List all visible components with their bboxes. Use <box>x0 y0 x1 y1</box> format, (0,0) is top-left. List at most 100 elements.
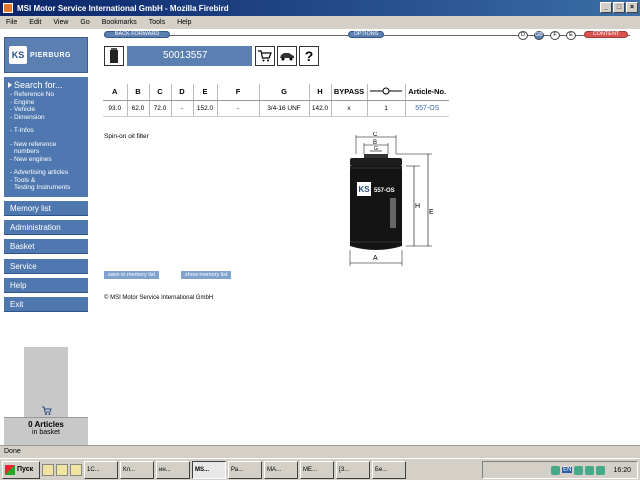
t-infos-link[interactable]: - T-Infos <box>8 127 84 135</box>
taskbar-item[interactable]: Кл... <box>120 460 154 479</box>
filter-product-label: 557-OS <box>374 188 395 194</box>
tools-link[interactable]: - Tools & <box>8 177 84 185</box>
start-button[interactable]: Пуск <box>2 460 40 479</box>
search-dimension[interactable]: - Dimension <box>8 114 84 122</box>
taskbar-item[interactable]: МА... <box>264 460 298 479</box>
svg-text:KS: KS <box>359 185 371 194</box>
nav-service[interactable]: Service <box>4 259 88 274</box>
help-question-button[interactable]: ? <box>299 46 319 66</box>
col-header: F <box>216 84 259 101</box>
menu-view[interactable]: View <box>53 19 68 26</box>
cell-a: 93.0 <box>103 100 127 117</box>
cell-valve: 1 <box>366 100 405 117</box>
col-header: G <box>258 84 309 101</box>
taskbar-item[interactable]: 1C... <box>84 460 118 479</box>
search-panel: Search for... - Reference No - Engine - … <box>4 77 88 197</box>
new-engines-link[interactable]: - New engines <box>8 156 84 164</box>
save-in-memory-list-button[interactable]: save in memory list <box>104 271 160 279</box>
maximize-button[interactable]: □ <box>613 2 625 13</box>
tray-icon[interactable] <box>551 465 561 475</box>
copyright: © MSI Motor Service International GmbH <box>104 295 214 301</box>
taskbar-item[interactable]: МЕ... <box>300 460 334 479</box>
col-header: C <box>148 84 171 101</box>
quicklaunch-icon[interactable] <box>42 463 54 476</box>
logo-text: PIERBURG <box>30 51 71 59</box>
taskbar-item[interactable]: ин... <box>156 460 190 479</box>
cell-h: 142.0 <box>308 100 331 117</box>
search-reference-no[interactable]: - Reference No <box>8 91 84 99</box>
close-button[interactable]: × <box>626 2 638 13</box>
bypass-valve-header <box>366 84 405 101</box>
dim-label-e: E <box>429 209 434 216</box>
new-reference-numbers-link-2[interactable]: numbers <box>8 148 84 156</box>
search-title[interactable]: Search for... <box>8 80 84 90</box>
advertising-articles-link[interactable]: - Advertising articles <box>8 169 84 177</box>
spec-table: A B C D E F G H BYPASS Article-No. 93.0 … <box>103 84 449 117</box>
browser-content: KS PIERBURG Search for... - Reference No… <box>0 29 640 445</box>
question-icon: ? <box>304 48 314 64</box>
minimize-button[interactable]: _ <box>600 2 612 13</box>
menu-tools[interactable]: Tools <box>149 19 165 26</box>
menu-bookmarks[interactable]: Bookmarks <box>102 19 137 26</box>
nav-memory-list[interactable]: Memory list <box>4 201 88 216</box>
taskbar-item-active[interactable]: MS... <box>192 460 226 479</box>
col-header: A <box>103 84 127 101</box>
col-header: D <box>170 84 193 101</box>
options-button[interactable]: OPTIONS <box>348 31 384 38</box>
vehicle-search-button[interactable] <box>277 46 297 66</box>
nav-help[interactable]: Help <box>4 278 88 293</box>
clock: 16:20 <box>613 466 631 474</box>
add-to-basket-button[interactable] <box>255 46 275 66</box>
logo[interactable]: KS PIERBURG <box>4 37 88 73</box>
basket-summary[interactable]: 0 Articles in basket <box>4 406 88 445</box>
taskbar-item[interactable]: Бе... <box>372 460 406 479</box>
table-row: 93.0 62.0 72.0 - 152.0 - 3/4-16 UNF 142.… <box>103 100 449 117</box>
car-icon <box>280 53 294 61</box>
cell-d: - <box>170 100 193 117</box>
product-description: Spin-on oil filter <box>104 133 149 140</box>
col-header: E <box>192 84 217 101</box>
menu-edit[interactable]: Edit <box>29 19 41 26</box>
new-reference-numbers-link[interactable]: - New reference <box>8 141 84 149</box>
cell-g: 3/4-16 UNF <box>258 100 309 117</box>
taskbar-item[interactable]: Ра... <box>228 460 262 479</box>
cart-icon <box>42 406 52 415</box>
dim-label-a: A <box>373 255 378 262</box>
nav-administration[interactable]: Administration <box>4 220 88 235</box>
dim-label-h: H <box>415 203 420 210</box>
menu-file[interactable]: File <box>6 19 17 26</box>
taskbar-item[interactable]: [З... <box>336 460 370 479</box>
menu-go[interactable]: Go <box>80 19 89 26</box>
tray-icon[interactable] <box>585 465 595 475</box>
lang-e-button[interactable]: E <box>566 31 576 40</box>
search-engine[interactable]: - Engine <box>8 99 84 107</box>
lang-f-button[interactable]: F <box>550 31 560 40</box>
show-memory-list-button[interactable]: show memory list <box>181 271 232 279</box>
language-indicator[interactable]: EN <box>562 467 573 473</box>
status-bar: Done <box>0 445 640 458</box>
tray-icon[interactable] <box>574 465 584 475</box>
nav-exit[interactable]: Exit <box>4 297 88 312</box>
lang-gb-button[interactable]: GB <box>534 31 544 40</box>
cell-c: 72.0 <box>148 100 171 117</box>
col-header: BYPASS <box>330 84 367 101</box>
cell-b: 62.0 <box>126 100 149 117</box>
lang-d-button[interactable]: D <box>518 31 528 40</box>
search-vehicle[interactable]: - Vehicle <box>8 106 84 114</box>
nav-basket[interactable]: Basket <box>4 239 88 254</box>
content-button[interactable]: CONTENT <box>584 31 628 38</box>
back-forward-button[interactable]: BACK FORWARD <box>104 31 170 38</box>
quicklaunch-icon[interactable] <box>56 463 68 476</box>
quicklaunch-icon[interactable] <box>70 463 82 476</box>
menu-help[interactable]: Help <box>177 19 191 26</box>
tray-icon[interactable] <box>596 465 606 475</box>
testing-instruments-link[interactable]: Testing Instruments <box>8 184 84 192</box>
article-no-link[interactable]: 557-OS <box>404 100 449 117</box>
windows-flag-icon <box>5 464 15 475</box>
dim-label-c: C <box>373 132 378 138</box>
menu-bar: File Edit View Go Bookmarks Tools Help <box>0 16 640 29</box>
col-header: Article-No. <box>404 84 449 101</box>
dim-label-g: G <box>374 146 378 152</box>
filter-product-icon <box>104 46 124 66</box>
basket-count: 0 Articles <box>28 420 64 429</box>
